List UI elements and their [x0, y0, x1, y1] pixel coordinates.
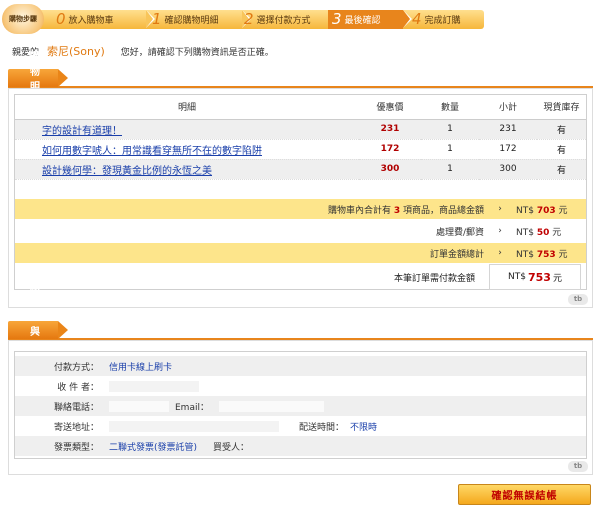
order-total-value: 753: [536, 249, 556, 260]
order-total-label: 訂單金額總計: [429, 249, 484, 260]
user-name: 索尼(Sony): [47, 45, 105, 58]
email-value: [218, 400, 324, 412]
header-qty: 數量: [421, 95, 479, 120]
step-complete-order: 4 完成訂購: [412, 10, 461, 28]
step-label: 確認購物明細: [164, 16, 219, 26]
invoice-row: 發票類型： 二聯式發票(發票託管) 買受人：: [15, 436, 586, 456]
table-row: 如何用數字唬人：用常識看穿無所不在的數字陷阱 172 1 172 有: [15, 139, 586, 160]
item-count: 3: [393, 205, 401, 216]
header-item: 明細: [15, 95, 359, 120]
cart-table-header: 明細 優惠價 數量 小計 現貨庫存: [15, 95, 586, 120]
stock-cell: 有: [537, 139, 586, 160]
tb-logo-icon: tb: [568, 461, 588, 472]
steps-badge: 購物步驟: [2, 4, 44, 34]
step-label: 選擇付款方式: [256, 16, 311, 26]
recipient-value: [109, 380, 199, 392]
arrow-icon: ›: [498, 226, 502, 236]
buyer-label: 買受人：: [213, 442, 250, 453]
header-stock: 現貨庫存: [537, 95, 586, 120]
final-amount-box: NT$ 753 元: [489, 264, 581, 290]
price-cell: 172: [359, 139, 421, 160]
product-link[interactable]: 設計幾何學：發現黃金比例的永恆之美: [42, 166, 212, 177]
payment-section-title: 付款方式與寄送資訊: [8, 267, 68, 398]
phone-value: [109, 400, 169, 412]
step-confirm-details: 1 確認購物明細: [152, 10, 251, 29]
delivery-time-label: 配送時間：: [299, 422, 345, 433]
address-value: [109, 420, 279, 432]
qty-cell: 1: [421, 159, 479, 180]
email-label: Email：: [175, 402, 209, 413]
qty-cell: 1: [421, 119, 479, 140]
shipping-row: 處理費/郵資 › NT$ 50 元: [435, 226, 562, 238]
goods-total-value: 703: [536, 205, 556, 216]
arrow-icon: ›: [498, 248, 502, 258]
cart-section-title: 購物明細: [8, 52, 68, 108]
goods-total-row: 購物車內合計有 3 項商品，商品總金額 › NT$ 703 元: [15, 199, 586, 219]
checkout-steps: 0 放入購物車 1 確認購物明細 2 選擇付款方式 3 最後確認 4 完成訂購 …: [2, 4, 492, 34]
subtotal-cell: 300: [479, 159, 537, 180]
stock-cell: 有: [537, 119, 586, 140]
recipient-row: 收 件 者：: [15, 376, 586, 396]
step-label: 最後確認: [344, 16, 381, 26]
arrow-icon: ›: [498, 204, 502, 214]
price-cell: 231: [359, 119, 421, 140]
address-row: 寄送地址： 配送時間： 不限時: [15, 416, 586, 436]
subtotal-cell: 172: [479, 139, 537, 160]
delivery-time-value: 不限時: [350, 422, 378, 433]
product-link[interactable]: 如何用數字唬人：用常識看穿無所不在的數字陷阱: [42, 146, 262, 157]
step-final-confirm: 3 最後確認: [328, 10, 412, 29]
contact-row: 聯絡電話： Email：: [15, 396, 586, 416]
invoice-type-value: 二聯式發票(發票託管): [109, 442, 198, 453]
price-cell: 300: [359, 159, 421, 180]
step-label: 放入購物車: [68, 16, 114, 26]
step-label: 完成訂購: [424, 16, 461, 26]
qty-cell: 1: [421, 139, 479, 160]
cart-panel: 明細 優惠價 數量 小計 現貨庫存 字的設計有道理！ 231 1 231 有 如…: [8, 88, 593, 308]
table-row: 字的設計有道理！ 231 1 231 有: [15, 119, 586, 140]
cart-items-box: 明細 優惠價 數量 小計 現貨庫存 字的設計有道理！ 231 1 231 有 如…: [14, 94, 587, 290]
subtotal-cell: 231: [479, 119, 537, 140]
final-amount-row: 本筆訂單需付款金額 NT$ 753 元: [15, 263, 586, 291]
stock-cell: 有: [537, 159, 586, 180]
header-subtotal: 小計: [479, 95, 537, 120]
step-payment-method: 2 選擇付款方式: [244, 10, 338, 29]
payment-panel: 付款方式： 信用卡線上刷卡 收 件 者： 聯絡電話： Email： 寄送地址： …: [8, 340, 593, 475]
payment-method-value: 信用卡線上刷卡: [109, 362, 173, 373]
payment-info-box: 付款方式： 信用卡線上刷卡 收 件 者： 聯絡電話： Email： 寄送地址： …: [14, 351, 587, 459]
tb-logo-icon: tb: [568, 294, 588, 305]
step-add-to-cart: 0 放入購物車: [56, 10, 155, 29]
payment-method-row: 付款方式： 信用卡線上刷卡: [15, 356, 586, 376]
order-total-row: 訂單金額總計 › NT$ 753 元: [15, 243, 586, 263]
shipping-label: 處理費/郵資: [435, 227, 484, 238]
final-amount-value: 753: [527, 270, 551, 284]
final-amount-label: 本筆訂單需付款金額: [393, 273, 475, 284]
product-link[interactable]: 字的設計有道理！: [42, 126, 122, 137]
greeting-message: 您好，請確認下列購物資訊是否正確。: [120, 48, 274, 58]
header-price: 優惠價: [359, 95, 421, 120]
cart-table: 明細 優惠價 數量 小計 現貨庫存 字的設計有道理！ 231 1 231 有 如…: [15, 95, 586, 180]
greeting: 親愛的 索尼(Sony) 您好，請確認下列購物資訊是否正確。: [12, 45, 274, 58]
table-row: 設計幾何學：發現黃金比例的永恆之美 300 1 300 有: [15, 159, 586, 180]
shipping-value: 50: [536, 227, 550, 238]
confirm-checkout-button[interactable]: 確認無誤結帳: [458, 484, 591, 505]
